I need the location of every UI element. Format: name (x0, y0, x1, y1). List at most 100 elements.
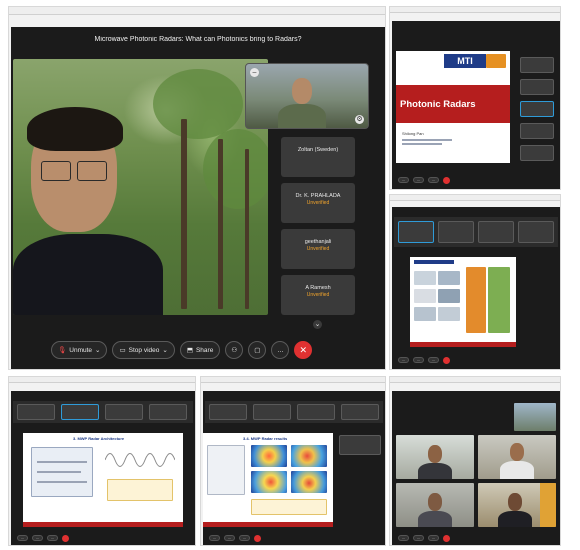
more-icon: … (277, 346, 284, 354)
person-icon: ⚇ (231, 347, 238, 354)
browser-address-bar[interactable] (390, 377, 560, 383)
participant-tile[interactable] (520, 57, 554, 73)
meeting-window: ⋯ ⋯ ⋯ (392, 391, 560, 545)
stop-video-button[interactable]: ⋯ (32, 535, 43, 541)
meeting-window: MTI Photonic Radars Shilong Pan ⋯ ⋯ ⋯ (392, 21, 560, 189)
participant-tile[interactable] (253, 404, 291, 420)
slide-title-bar (414, 260, 454, 264)
participant-tile[interactable] (339, 435, 381, 455)
screenshot-bottom-left: 3. MWP Radar Architecture ⋯ ⋯ ⋯ (8, 376, 196, 546)
mic-off-icon: 🎙 (58, 347, 67, 354)
participant-name: Dr. K. PRAHLADA (295, 193, 341, 199)
chevron-down-icon[interactable]: ⌄ (162, 346, 167, 354)
settings-icon[interactable]: ⚙ (355, 115, 364, 124)
end-call-button[interactable] (443, 534, 450, 542)
end-call-button[interactable] (62, 534, 69, 542)
unmute-button[interactable]: ⋯ (398, 535, 409, 541)
participant-video[interactable] (396, 435, 474, 479)
self-shirt (278, 104, 326, 128)
unmute-button[interactable]: ⋯ (209, 535, 220, 541)
logo-accent (486, 54, 506, 68)
self-view-video[interactable]: – ⚙ (245, 63, 369, 129)
share-button[interactable]: ⋯ (428, 177, 439, 183)
participant-tile[interactable] (297, 404, 335, 420)
stop-video-button[interactable]: ⋯ (413, 535, 424, 541)
participant-tile[interactable]: geethanjali Unverified (281, 229, 355, 269)
participant-tile[interactable] (105, 404, 143, 420)
browser-address-bar[interactable] (390, 7, 560, 13)
participant-tile[interactable]: Zoltan (Sweden) (281, 137, 355, 177)
minimize-icon[interactable]: – (250, 68, 259, 77)
participant-tile[interactable] (398, 221, 434, 243)
slide-photo (438, 307, 460, 321)
participant-video[interactable] (478, 435, 556, 479)
meeting-title-bar (392, 394, 560, 399)
participant-tile[interactable] (17, 404, 55, 420)
unmute-button[interactable]: ⋯ (398, 177, 409, 183)
browser-address-bar[interactable] (390, 195, 560, 201)
end-call-button[interactable]: ✕ (294, 341, 313, 359)
share-button[interactable]: ⬒ Share (179, 341, 221, 359)
participant-tile[interactable] (520, 123, 554, 139)
participants-button[interactable]: ⚇ (225, 341, 244, 359)
participant-tile[interactable] (61, 404, 99, 420)
speaker-hair (27, 107, 123, 151)
slide-title: 3. MWP Radar Architecture (73, 436, 125, 441)
stop-video-button[interactable]: ⋯ (224, 535, 235, 541)
share-button[interactable]: ⋯ (47, 535, 58, 541)
unmute-button[interactable]: ⋯ (398, 357, 409, 363)
scroll-down-icon[interactable]: ⌄ (313, 320, 322, 329)
participant-name: geethanjali (304, 239, 332, 245)
share-button[interactable]: ⋯ (428, 535, 439, 541)
participant-tile[interactable]: A Ramesh Unverified (281, 275, 355, 315)
participant-tile[interactable] (149, 404, 187, 420)
meeting-controls: 🎙 Unmute ⌄ ▭ Stop video ⌄ ⬒ Share ⚇ ▢ … … (51, 341, 317, 359)
browser-address-bar[interactable] (9, 7, 385, 15)
chat-button[interactable]: ▢ (248, 341, 267, 359)
chevron-down-icon[interactable]: ⌄ (95, 346, 100, 354)
share-button[interactable]: ⋯ (428, 357, 439, 363)
participant-name: Zoltan (Sweden) (297, 147, 339, 153)
participant-tile[interactable] (438, 221, 474, 243)
share-label: Share (195, 346, 214, 354)
slide-photo (438, 289, 460, 303)
participant-tile[interactable] (518, 221, 554, 243)
participant-tile[interactable]: Dr. K. PRAHLADA Unverified (281, 183, 355, 223)
browser-address-bar[interactable] (201, 377, 385, 383)
participant-video[interactable] (514, 403, 556, 431)
screenshot-bottom-middle: 3.4. MWP Radar results ⋯ ⋯ ⋯ (200, 376, 386, 546)
stop-video-button[interactable]: ▭ Stop video ⌄ (112, 341, 175, 359)
participant-video[interactable] (478, 483, 556, 527)
slide-image-orange (466, 267, 486, 333)
more-button[interactable]: … (271, 341, 290, 359)
participant-tile[interactable] (520, 101, 554, 117)
participant-face (510, 443, 524, 461)
stop-video-button[interactable]: ⋯ (413, 177, 424, 183)
participant-tile[interactable] (341, 404, 379, 420)
browser-address-bar[interactable] (9, 377, 195, 383)
stop-video-button[interactable]: ⋯ (413, 357, 424, 363)
participant-tile[interactable] (478, 221, 514, 243)
meeting-window: Microwave Photonic Radars: What can Phot… (11, 27, 385, 369)
camera-icon: ▭ (119, 347, 126, 354)
meeting-controls: ⋯ ⋯ ⋯ (392, 355, 560, 365)
end-call-button[interactable] (443, 356, 450, 364)
unmute-button[interactable]: ⋯ (17, 535, 28, 541)
participant-tile[interactable] (520, 145, 554, 161)
participant-shirt (498, 511, 532, 527)
participant-tile[interactable] (520, 79, 554, 95)
end-call-button[interactable] (443, 176, 450, 184)
slide-text-line (402, 139, 452, 141)
share-button[interactable]: ⋯ (239, 535, 250, 541)
slide-footer (410, 342, 516, 347)
heatmap (291, 445, 327, 467)
meeting-window: 3. MWP Radar Architecture ⋯ ⋯ ⋯ (11, 391, 195, 545)
end-call-button[interactable] (254, 534, 261, 542)
slide-callout (251, 499, 327, 515)
unverified-status: Unverified (306, 246, 330, 252)
participant-video[interactable] (396, 483, 474, 527)
breadcrumb[interactable] (15, 18, 85, 24)
participant-tile[interactable] (209, 404, 247, 420)
unmute-label: Unmute (69, 346, 93, 354)
unmute-button[interactable]: 🎙 Unmute ⌄ (51, 341, 108, 359)
